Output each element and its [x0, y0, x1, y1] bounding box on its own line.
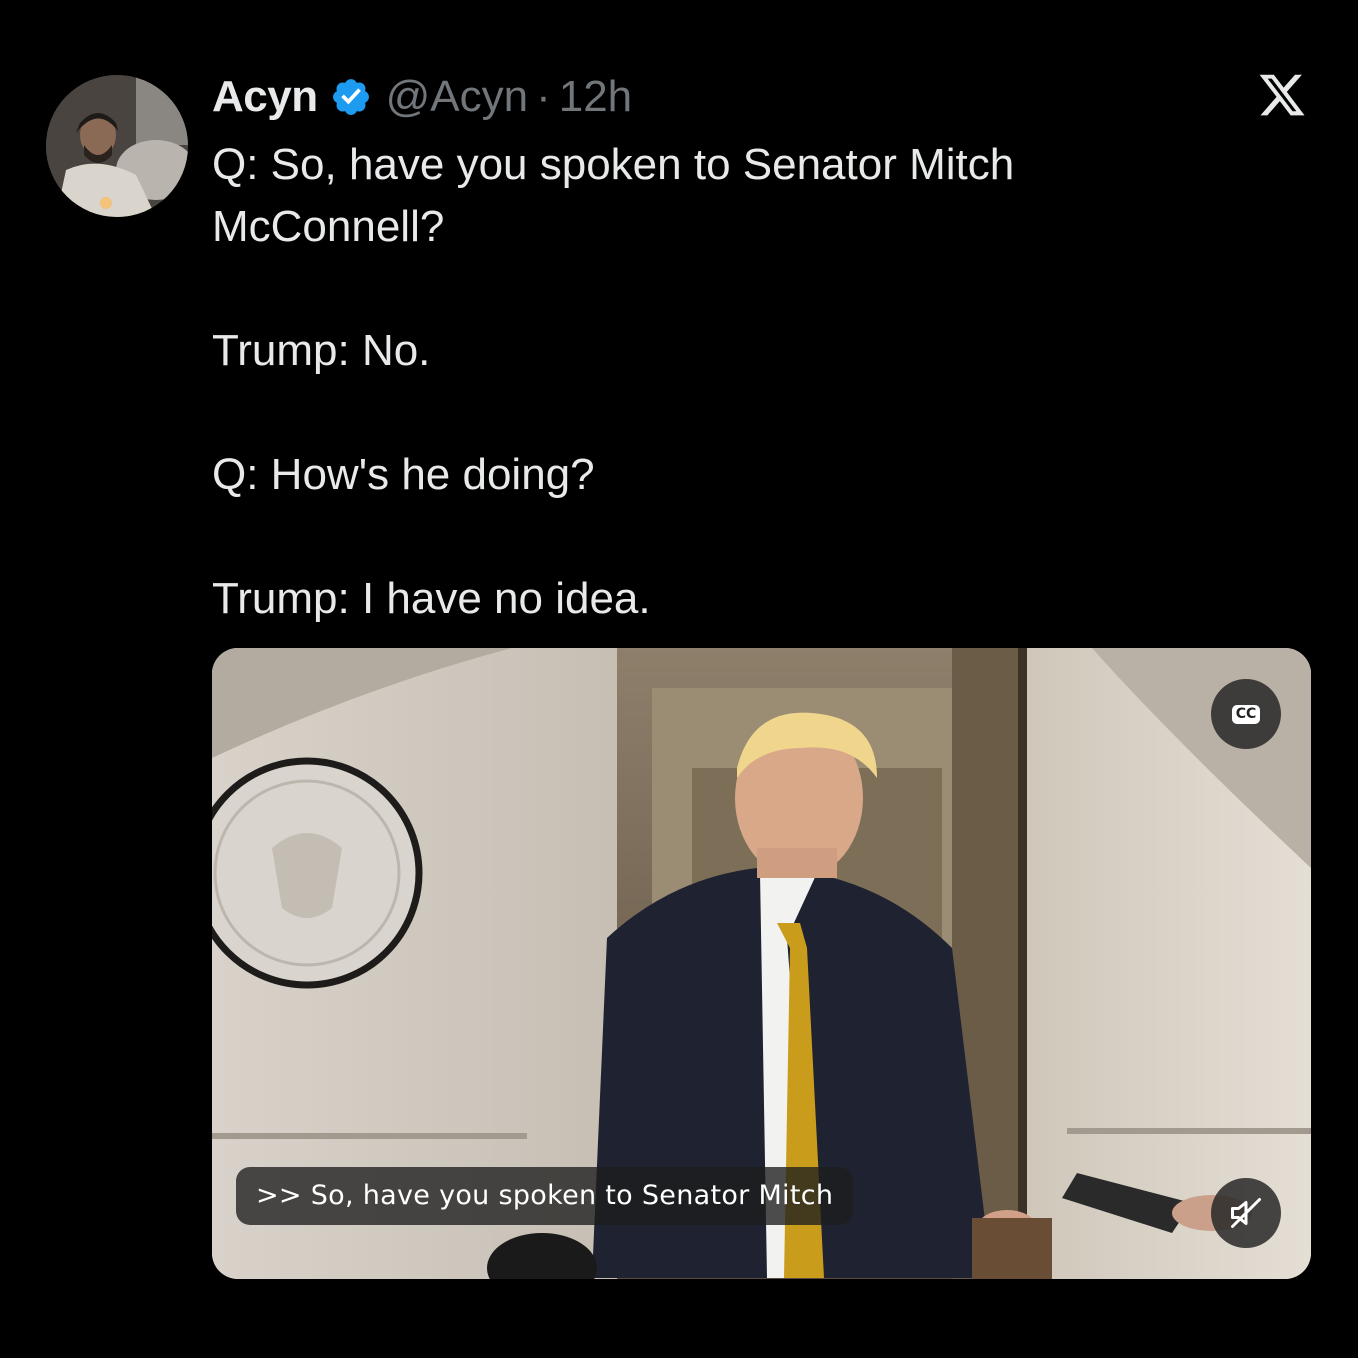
cc-icon: CC	[1231, 704, 1261, 724]
unmute-button[interactable]	[1211, 1178, 1281, 1248]
x-logo-icon	[1256, 70, 1308, 120]
muted-speaker-icon	[1231, 1198, 1261, 1228]
author-handle[interactable]: @Acyn	[386, 72, 528, 122]
tweet-header: Acyn @Acyn · 12h	[212, 72, 632, 122]
video-player[interactable]: CC >> So, have you spoken to Senator Mit…	[212, 648, 1311, 1279]
tweet-line: Q: How's he doing?	[212, 450, 595, 499]
verified-badge-icon	[330, 76, 372, 118]
tweet-text: Q: So, have you spoken to Senator Mitch …	[212, 134, 1212, 630]
video-caption: >> So, have you spoken to Senator Mitch	[236, 1167, 854, 1225]
tweet-line: Trump: No.	[212, 326, 431, 375]
avatar[interactable]	[46, 75, 188, 217]
tweet-line: Trump: I have no idea.	[212, 574, 651, 623]
tweet-line: Q: So, have you spoken to Senator Mitch …	[212, 140, 1015, 251]
tweet-timestamp[interactable]: 12h	[559, 72, 632, 122]
header-separator: ·	[536, 72, 551, 121]
tweet-card: Acyn @Acyn · 12h Q: So, have you spoken …	[0, 0, 1358, 1358]
avatar-image	[46, 75, 188, 217]
author-display-name[interactable]: Acyn	[212, 72, 318, 122]
captions-button[interactable]: CC	[1211, 679, 1281, 749]
